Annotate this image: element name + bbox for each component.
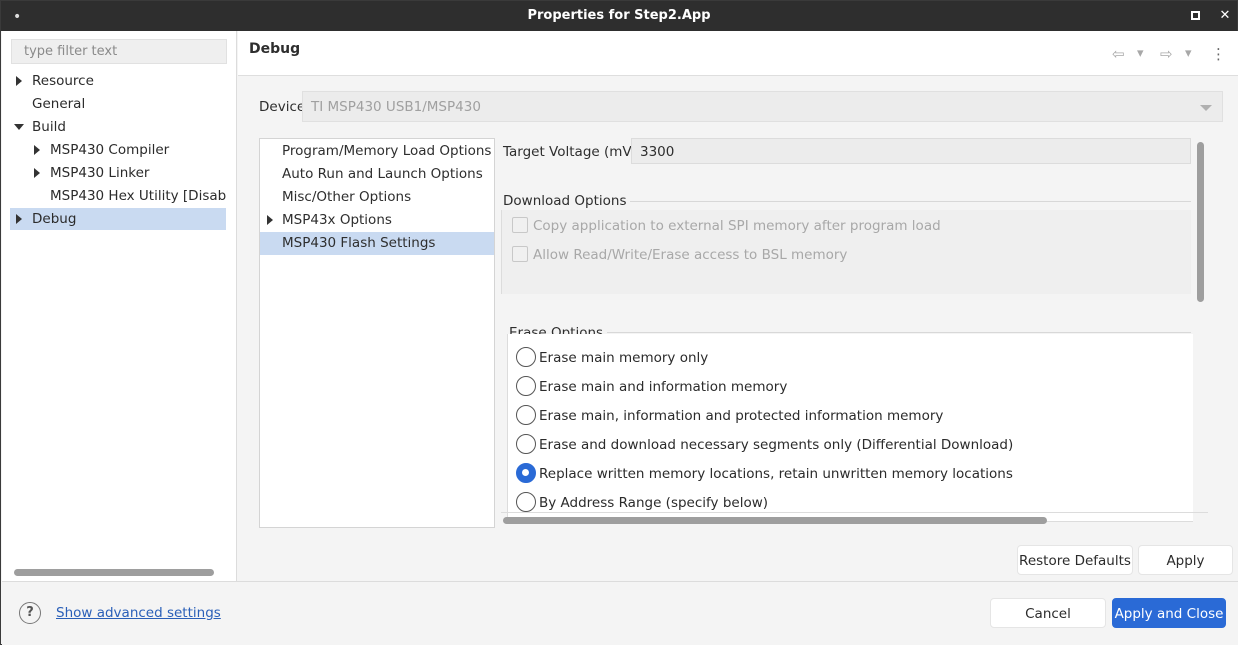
sidebar-item-label: Build (32, 119, 66, 135)
sidebar-item-label: MSP430 Compiler (50, 142, 170, 158)
radio-label: Replace written memory locations, retain… (539, 466, 1013, 482)
erase-main-info-radio-row[interactable]: Erase main and information memory (516, 375, 787, 399)
radio-label: Erase and download necessary segments on… (539, 437, 1014, 453)
sidebar-item-label: MSP430 Hex Utility [Disabled (50, 188, 226, 204)
erase-options-group: Erase main memory only Erase main and in… (507, 334, 1193, 522)
back-arrow-icon[interactable]: ⇦ (1112, 45, 1125, 63)
main-panel: Debug ⇦ ▾ ⇨ ▾ ⋮ Device TI MSP430 USB1/MS… (238, 31, 1238, 581)
properties-dialog: • Properties for Step2.App ✕ type filter… (0, 0, 1238, 645)
category-list: Program/Memory Load Options Auto Run and… (259, 138, 495, 528)
checkbox[interactable] (512, 217, 528, 233)
category-item-label: Auto Run and Launch Options (282, 166, 483, 182)
forward-menu-icon[interactable]: ▾ (1185, 46, 1192, 61)
chevron-down-icon (1200, 105, 1212, 111)
help-icon[interactable]: ? (19, 602, 41, 624)
radio-label: Erase main and information memory (539, 379, 788, 395)
sidebar-item-label: General (32, 96, 86, 112)
page-header: Debug ⇦ ▾ ⇨ ▾ ⋮ (238, 31, 1238, 76)
sidebar-item-label: Resource (32, 73, 94, 89)
expand-arrow-icon[interactable] (267, 215, 273, 225)
sidebar-item-debug[interactable]: Debug (10, 208, 226, 230)
target-voltage-label: Target Voltage (mV) (503, 144, 637, 160)
erase-main-info-protected-radio-row[interactable]: Erase main, information and protected in… (516, 404, 943, 428)
cancel-button[interactable]: Cancel (990, 598, 1106, 628)
page-title: Debug (249, 41, 301, 57)
show-advanced-settings-link[interactable]: Show advanced settings (56, 605, 221, 621)
expand-arrow-icon[interactable] (34, 168, 40, 178)
replace-written-memory-radio-row[interactable]: Replace written memory locations, retain… (516, 462, 1013, 486)
sidebar-item-msp430-compiler[interactable]: MSP430 Compiler (34, 139, 226, 161)
checkbox-label: Copy application to external SPI memory … (533, 218, 941, 234)
download-options-label: Download Options (503, 193, 631, 209)
radio-button[interactable] (516, 405, 536, 425)
filter-input[interactable]: type filter text (11, 39, 227, 64)
apply-button[interactable]: Apply (1138, 545, 1233, 575)
close-icon[interactable]: ✕ (1215, 6, 1235, 26)
back-menu-icon[interactable]: ▾ (1137, 46, 1144, 61)
category-item-msp430-flash-settings[interactable]: MSP430 Flash Settings (260, 232, 494, 255)
collapse-arrow-icon[interactable] (14, 124, 24, 130)
category-item-label: Program/Memory Load Options (282, 143, 492, 159)
differential-download-radio-row[interactable]: Erase and download necessary segments on… (516, 433, 1013, 457)
window-title: Properties for Step2.App (527, 8, 711, 23)
target-voltage-input[interactable]: 3300 (631, 138, 1191, 164)
sidebar-horizontal-scrollbar[interactable] (14, 569, 214, 576)
device-select-value: TI MSP430 USB1/MSP430 (311, 99, 481, 115)
expand-arrow-icon[interactable] (16, 214, 22, 224)
category-item-misc-other[interactable]: Misc/Other Options (260, 186, 494, 209)
title-bar: • Properties for Step2.App ✕ (1, 1, 1237, 31)
flash-settings-content: Target Voltage (mV) 3300 Download Option… (501, 138, 1208, 528)
download-options-group: Copy application to external SPI memory … (501, 210, 1191, 294)
group-divider (601, 201, 1191, 202)
radio-button[interactable] (516, 434, 536, 454)
expand-arrow-icon[interactable] (16, 76, 22, 86)
apply-and-close-button[interactable]: Apply and Close (1112, 598, 1226, 628)
radio-button[interactable] (516, 347, 536, 367)
group-divider (591, 332, 1191, 333)
checkbox-label: Allow Read/Write/Erase access to BSL mem… (533, 247, 848, 263)
erase-main-only-radio-row[interactable]: Erase main memory only (516, 346, 708, 370)
expand-arrow-icon[interactable] (34, 145, 40, 155)
radio-label: By Address Range (specify below) (539, 495, 769, 511)
radio-label: Erase main memory only (539, 350, 709, 366)
device-select[interactable]: TI MSP430 USB1/MSP430 (302, 91, 1223, 122)
restore-defaults-button[interactable]: Restore Defaults (1017, 545, 1133, 575)
sidebar-item-label: MSP430 Linker (50, 165, 150, 181)
radio-button[interactable] (516, 492, 536, 512)
copy-to-spi-checkbox-row[interactable]: Copy application to external SPI memory … (512, 215, 941, 237)
content-horizontal-scrollbar[interactable] (503, 517, 1047, 524)
category-item-msp43x-options[interactable]: MSP43x Options (260, 209, 494, 232)
radio-button[interactable] (516, 376, 536, 396)
dialog-footer: ? Show advanced settings Cancel Apply an… (2, 581, 1238, 645)
sidebar-item-label: Debug (32, 211, 77, 227)
device-label: Device (259, 99, 306, 115)
radio-button-selected[interactable] (516, 463, 536, 483)
category-item-label: MSP430 Flash Settings (282, 235, 436, 251)
sidebar: type filter text Resource General Build … (2, 31, 237, 581)
radio-label: Erase main, information and protected in… (539, 408, 944, 424)
category-item-label: Misc/Other Options (282, 189, 412, 205)
category-item-program-memory-load[interactable]: Program/Memory Load Options (260, 140, 494, 163)
content-divider (501, 512, 1208, 513)
content-vertical-scrollbar[interactable] (1197, 142, 1204, 302)
sidebar-item-build[interactable]: Build (14, 116, 226, 138)
more-options-icon[interactable]: ⋮ (1211, 45, 1226, 63)
sidebar-item-msp430-hex-utility[interactable]: MSP430 Hex Utility [Disabled (34, 185, 226, 207)
sidebar-item-general[interactable]: General (16, 93, 226, 115)
forward-arrow-icon[interactable]: ⇨ (1160, 45, 1173, 63)
bsl-access-checkbox-row[interactable]: Allow Read/Write/Erase access to BSL mem… (512, 244, 847, 266)
sidebar-item-msp430-linker[interactable]: MSP430 Linker (34, 162, 226, 184)
checkbox[interactable] (512, 246, 528, 262)
category-item-label: MSP43x Options (282, 212, 392, 228)
category-item-auto-run[interactable]: Auto Run and Launch Options (260, 163, 494, 186)
maximize-icon[interactable] (1185, 6, 1205, 26)
sidebar-item-resource[interactable]: Resource (16, 70, 226, 92)
